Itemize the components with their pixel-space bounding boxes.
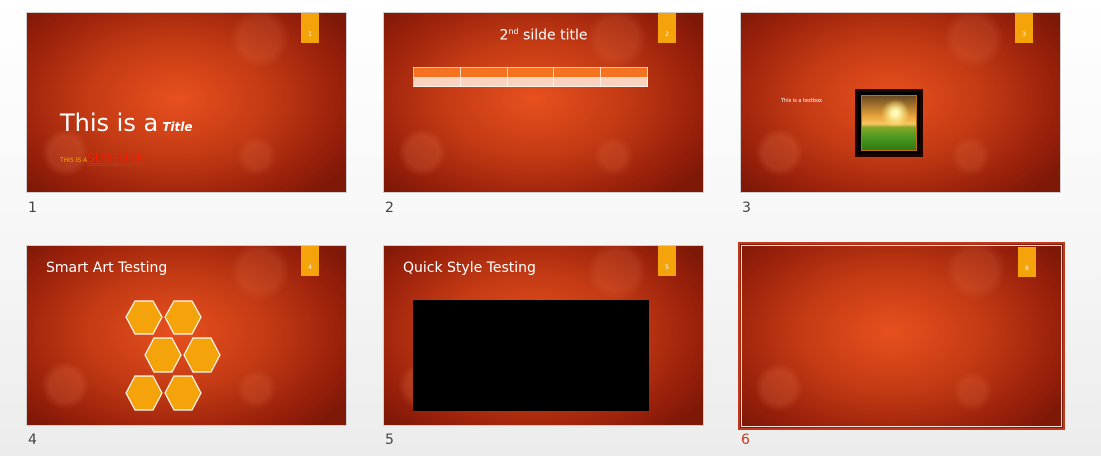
- slide-title: 2nd silde title: [384, 27, 703, 44]
- slide-thumbnail-5[interactable]: 5 Quick Style Testing: [383, 245, 704, 426]
- hexagon-shape: [164, 300, 202, 335]
- slide-title: Quick Style Testing: [403, 260, 536, 276]
- slide-title: Smart Art Testing: [46, 260, 168, 276]
- title-rest-text: silde title: [518, 27, 588, 44]
- table-header-row: [413, 67, 648, 78]
- slide-number-badge: 5: [658, 246, 676, 276]
- slide-thumbnail-2[interactable]: 2 2nd silde title: [383, 12, 704, 193]
- slide-title: This is a Title: [60, 109, 192, 137]
- slide-index-label: 2: [385, 200, 394, 216]
- picture-image: [861, 95, 917, 151]
- table-cell: [413, 67, 461, 78]
- table-cell: [600, 67, 648, 78]
- table-cell: [553, 77, 602, 87]
- table-cell: [413, 77, 461, 87]
- table-cell: [506, 67, 555, 78]
- slide-number-badge: 1: [301, 13, 319, 43]
- slide-thumbnail-4[interactable]: 4 Smart Art Testing: [26, 245, 347, 426]
- slide-subtitle: THIS IS ASUBTITLE: [60, 147, 144, 166]
- slide-index-label: 4: [28, 432, 37, 448]
- slide-index-label: 6: [741, 432, 750, 448]
- selection-outline: [741, 245, 1062, 427]
- table-row: [413, 77, 648, 87]
- subtitle-small-text: THIS IS A: [60, 157, 88, 164]
- hexagon-shape: [125, 375, 163, 411]
- slide-index-label: 1: [28, 200, 37, 216]
- table-cell: [553, 67, 602, 78]
- table-cell: [506, 77, 555, 87]
- hexagon-shape: [164, 375, 202, 411]
- sunset-field-picture: [855, 89, 923, 157]
- slide-number-badge: 3: [1015, 13, 1033, 43]
- black-rectangle-shape: [413, 300, 649, 411]
- slide-number-badge: 6: [1018, 247, 1036, 277]
- hexagon-shape: [183, 337, 221, 373]
- title-superscript-text: nd: [508, 27, 519, 36]
- slide-table: [413, 67, 648, 87]
- hexagon-shape: [144, 337, 182, 373]
- slide-index-label: 3: [742, 200, 751, 216]
- table-cell: [459, 67, 508, 78]
- slide-index-label: 5: [385, 432, 394, 448]
- subtitle-big-text: SUBTITLE: [87, 151, 145, 165]
- title-emphasis-text: Title: [162, 120, 193, 134]
- title-main-text: This is a: [60, 109, 159, 137]
- slide-thumbnail-1[interactable]: 1 This is a Title THIS IS ASUBTITLE: [26, 12, 347, 193]
- table-cell: [459, 77, 508, 87]
- slide-thumbnail-3[interactable]: 3 This is a textbox: [740, 12, 1061, 193]
- smartart-hexagons: [125, 300, 221, 411]
- table-cell: [600, 77, 648, 87]
- slide-number-badge: 4: [301, 246, 319, 276]
- hexagon-shape: [125, 300, 163, 335]
- slide-textbox: This is a textbox: [781, 98, 822, 104]
- slide-thumbnail-6[interactable]: 6: [738, 242, 1065, 430]
